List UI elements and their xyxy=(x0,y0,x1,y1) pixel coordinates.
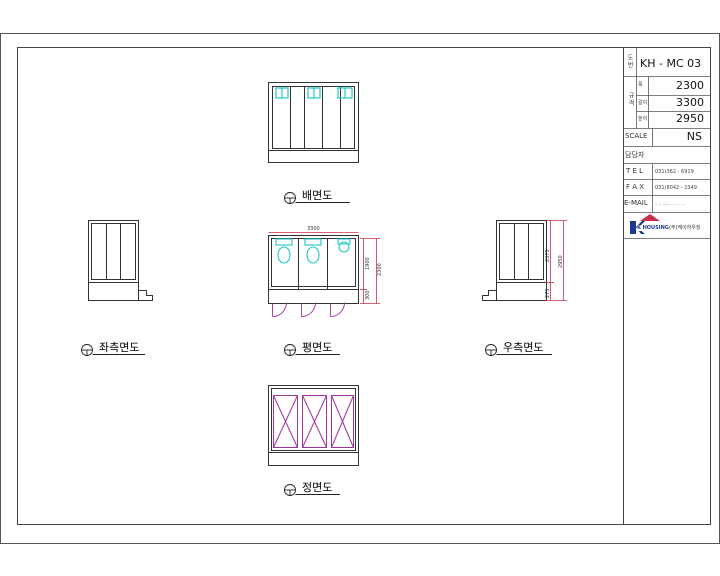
drawing-sheet: 2375 2950 275 3300 1900 2300 300 xyxy=(0,33,720,544)
dim-right-275: 275 xyxy=(545,288,551,298)
right-view xyxy=(482,220,567,301)
scale-value: NS xyxy=(686,130,702,143)
dim-plan-2300: 2300 xyxy=(377,263,383,276)
left-view xyxy=(88,220,153,301)
height-value: 2950 xyxy=(676,112,704,125)
company-name: (주)케이하우징 xyxy=(669,225,701,231)
toilet-fixtures xyxy=(275,238,351,264)
manager-label: 담당자 xyxy=(625,151,645,159)
code-label: 도 번 xyxy=(626,54,633,68)
rear-view xyxy=(268,82,359,163)
caption-plan-text: 평면도 xyxy=(302,341,333,354)
tel-label: T E L xyxy=(626,167,644,175)
size-label: 규 격 xyxy=(627,92,634,106)
dim-right-2950: 2950 xyxy=(558,255,564,268)
caption-rear-text: 배면도 xyxy=(302,189,333,202)
fax-label: F A X xyxy=(626,183,645,191)
plan-view xyxy=(268,232,380,317)
email-label: E-MAIL xyxy=(624,199,648,207)
dim-plan-300: 300 xyxy=(365,290,371,300)
front-view xyxy=(268,385,359,466)
email-value: ·· ·· ····· ·· ··· ·· ·· xyxy=(655,202,686,207)
caption-front-text: 정면도 xyxy=(302,481,333,494)
inner-border xyxy=(17,47,711,525)
length-label: 길이 xyxy=(638,100,648,106)
plan-dimension-lines xyxy=(268,232,380,304)
length-value: 3300 xyxy=(676,96,704,109)
door-swings xyxy=(272,302,345,317)
width-label: 폭 xyxy=(638,82,643,88)
logo-text: K HOUSING xyxy=(637,225,669,231)
caption-left-text: 좌측면도 xyxy=(99,341,140,354)
outer-border xyxy=(0,33,720,544)
caption-right-text: 우측면도 xyxy=(503,341,544,354)
front-doors xyxy=(273,395,354,448)
dim-plan-width: 3300 xyxy=(307,226,320,232)
height-label: 높이 xyxy=(638,116,648,122)
title-block: 도 번 KH - MC 03 규 격 폭 2300 길이 3300 높이 295… xyxy=(623,48,710,524)
tel-value: 031)362 - 6919 xyxy=(655,169,694,175)
fax-value: 031)8042 - 2349 xyxy=(655,185,697,191)
dim-plan-1900: 1900 xyxy=(365,257,371,270)
scale-label: SCALE xyxy=(625,132,648,140)
drawing-code: KH - MC 03 xyxy=(640,57,702,70)
width-value: 2300 xyxy=(676,79,704,92)
dim-right-2375: 2375 xyxy=(545,249,551,262)
